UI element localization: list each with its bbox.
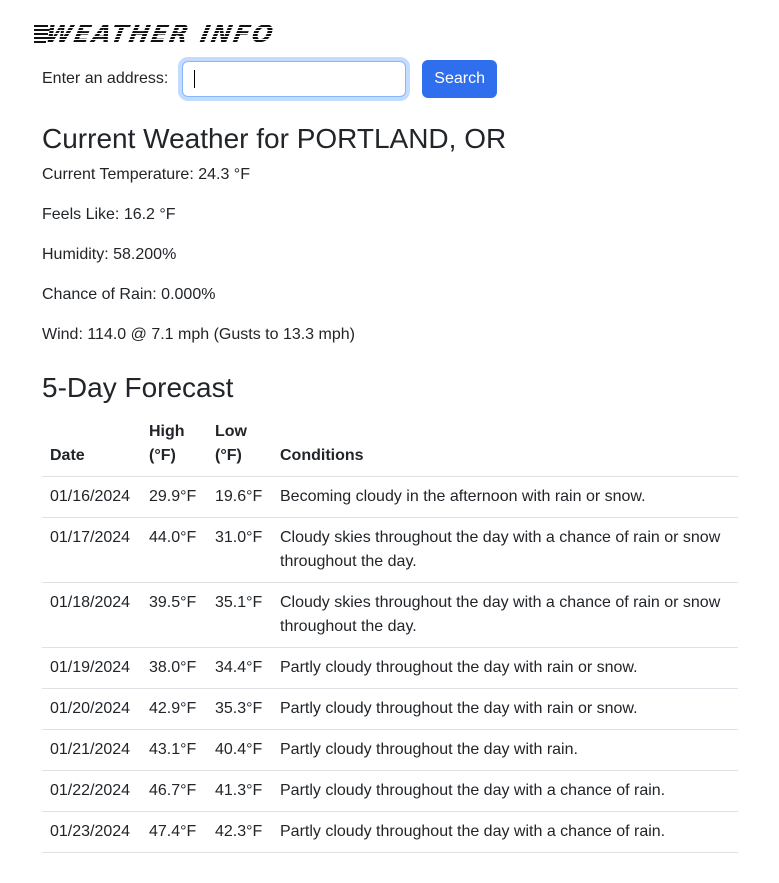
row-date: 01/23/2024 [42, 811, 141, 853]
row-date: 01/16/2024 [42, 476, 141, 518]
row-low: 41.3°F [207, 770, 272, 812]
table-row: 01/20/2024 42.9°F 35.3°F Partly cloudy t… [42, 688, 738, 730]
row-low: 19.6°F [207, 476, 272, 518]
humidity: Humidity: 58.200% [42, 246, 177, 263]
row-date: 01/18/2024 [42, 582, 141, 648]
address-input[interactable] [182, 61, 407, 97]
address-search-form: Enter an address: Search [42, 60, 497, 98]
row-high: 38.0°F [141, 647, 207, 689]
site-logo: Weather Info [34, 20, 278, 48]
row-date: 01/20/2024 [42, 688, 141, 730]
row-high: 39.5°F [141, 582, 207, 648]
row-conditions: Cloudy skies throughout the day with a c… [272, 582, 738, 648]
table-row: 01/18/2024 39.5°F 35.1°F Cloudy skies th… [42, 582, 738, 648]
row-date: 01/21/2024 [42, 729, 141, 771]
current-weather-title: Current Weather for PORTLAND, OR [42, 123, 507, 154]
table-row: 01/16/2024 29.9°F 19.6°F Becoming cloudy… [42, 476, 738, 518]
header-high-line1: High [149, 423, 185, 440]
row-high: 47.4°F [141, 811, 207, 853]
feels-like: Feels Like: 16.2 °F [42, 206, 176, 223]
table-row: 01/22/2024 46.7°F 41.3°F Partly cloudy t… [42, 770, 738, 812]
header-low-line2: (°F) [215, 447, 242, 464]
search-button[interactable]: Search [422, 60, 497, 98]
table-row: 01/17/2024 44.0°F 31.0°F Cloudy skies th… [42, 517, 738, 583]
forecast-header-row: Date High (°F) Low (°F) Conditions [42, 420, 738, 477]
forecast-title: 5-Day Forecast [42, 372, 234, 403]
wind: Wind: 114.0 @ 7.1 mph (Gusts to 13.3 mph… [42, 326, 355, 343]
row-high: 29.9°F [141, 476, 207, 518]
row-high: 43.1°F [141, 729, 207, 771]
header-date: Date [42, 420, 141, 477]
table-row: 01/19/2024 38.0°F 34.4°F Partly cloudy t… [42, 647, 738, 689]
row-low: 31.0°F [207, 517, 272, 583]
row-high: 42.9°F [141, 688, 207, 730]
row-date: 01/22/2024 [42, 770, 141, 812]
table-row: 01/23/2024 47.4°F 42.3°F Partly cloudy t… [42, 811, 738, 853]
row-conditions: Becoming cloudy in the afternoon with ra… [272, 476, 738, 518]
table-row: 01/21/2024 43.1°F 40.4°F Partly cloudy t… [42, 729, 738, 771]
header-high-line2: (°F) [149, 447, 176, 464]
row-conditions: Cloudy skies throughout the day with a c… [272, 517, 738, 583]
chance-of-rain: Chance of Rain: 0.000% [42, 286, 216, 303]
row-low: 35.1°F [207, 582, 272, 648]
current-temperature: Current Temperature: 24.3 °F [42, 166, 250, 183]
row-conditions: Partly cloudy throughout the day with ra… [272, 729, 738, 771]
row-high: 46.7°F [141, 770, 207, 812]
header-conditions: Conditions [272, 420, 738, 477]
row-low: 34.4°F [207, 647, 272, 689]
header-low: Low (°F) [207, 420, 272, 477]
header-high: High (°F) [141, 420, 207, 477]
row-conditions: Partly cloudy throughout the day with ra… [272, 647, 738, 689]
row-low: 42.3°F [207, 811, 272, 853]
row-date: 01/17/2024 [42, 517, 141, 583]
row-conditions: Partly cloudy throughout the day with a … [272, 811, 738, 853]
text-caret [194, 70, 196, 88]
address-label: Enter an address: [42, 70, 169, 87]
row-conditions: Partly cloudy throughout the day with a … [272, 770, 738, 812]
header-low-line1: Low [215, 423, 247, 440]
row-date: 01/19/2024 [42, 647, 141, 689]
row-low: 40.4°F [207, 729, 272, 771]
row-conditions: Partly cloudy throughout the day with ra… [272, 688, 738, 730]
address-input-wrapper [182, 61, 407, 97]
row-high: 44.0°F [141, 517, 207, 583]
row-low: 35.3°F [207, 688, 272, 730]
forecast-table: Date High (°F) Low (°F) Conditions 01/16… [42, 420, 738, 853]
logo-text: Weather Info [43, 20, 278, 48]
